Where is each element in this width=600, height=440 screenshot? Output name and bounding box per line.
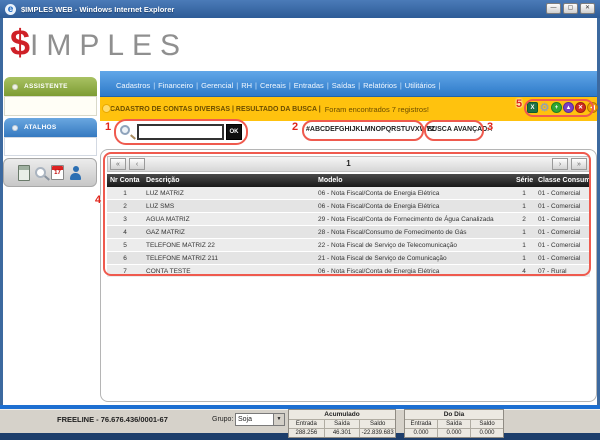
sidebar-item-assistente[interactable]: ASSISTENTE <box>4 77 97 96</box>
acumulado-saida-value: 46.301 <box>324 429 360 437</box>
menu-separator: | <box>236 81 238 90</box>
sidebar-item-atalhos[interactable]: ATALHOS <box>4 118 97 137</box>
menu-item-financeiro[interactable]: Financeiro <box>158 81 193 90</box>
annotation-box-icons <box>524 99 594 117</box>
window-frame-left <box>0 18 3 433</box>
sidebar-icon-tray: 17 <box>3 158 97 187</box>
annotation-number-4: 4 <box>95 194 101 206</box>
app-logo: $IMPLES <box>10 22 188 64</box>
minimize-button[interactable]: — <box>546 3 561 14</box>
company-label: FREELINE - 76.676.436/0001-67 <box>57 415 168 424</box>
do-dia-entrada-value: 0.000 <box>405 429 437 437</box>
banner-message: Foram encontrados 7 registros! <box>325 105 429 114</box>
calendar-icon[interactable]: 17 <box>51 165 64 180</box>
title-bar[interactable]: e $IMPLES WEB - Windows Internet Explore… <box>0 0 600 18</box>
menu-separator: | <box>289 81 291 90</box>
user-icon[interactable] <box>69 165 82 181</box>
do-dia-col-entrada: Entrada <box>405 420 437 429</box>
menu-separator: | <box>439 81 441 90</box>
do-dia-saldo-value: 0.000 <box>470 429 503 437</box>
acumulado-title: Acumulado <box>289 410 395 420</box>
menu-item-relatórios[interactable]: Relatórios <box>363 81 397 90</box>
calculator-icon[interactable] <box>18 165 30 181</box>
menu-bar: Cadastros|Financeiro|Gerencial|RH|Cereai… <box>100 71 597 97</box>
group-selected-value: Soja <box>238 416 252 423</box>
menu-separator: | <box>255 81 257 90</box>
menu-separator: | <box>327 81 329 90</box>
atalhos-panel <box>4 137 97 156</box>
annotation-number-2: 2 <box>292 121 298 133</box>
do-dia-saida-value: 0.000 <box>437 429 470 437</box>
menu-item-utilitários[interactable]: Utilitários <box>405 81 436 90</box>
acumulado-col-saldo: Saldo <box>359 420 395 429</box>
acumulado-entrada-value: 288.256 <box>289 429 324 437</box>
do-dia-title: Do Dia <box>405 410 503 420</box>
atalhos-label: ATALHOS <box>24 124 57 131</box>
maximize-button[interactable]: ▢ <box>563 3 578 14</box>
chevron-down-icon[interactable]: ▼ <box>273 414 284 425</box>
annotation-number-5: 5 <box>516 98 522 110</box>
acumulado-table: Acumulado Entrada Saída Saldo 288.256 46… <box>288 409 396 438</box>
menu-item-entradas[interactable]: Entradas <box>294 81 324 90</box>
annotation-box-alphabet <box>302 120 424 141</box>
annotation-box-advanced <box>424 120 484 141</box>
internet-explorer-icon: e <box>5 4 16 15</box>
menu-item-saídas[interactable]: Saídas <box>332 81 355 90</box>
bullet-icon <box>12 125 18 131</box>
banner-bullet-icon <box>102 104 111 113</box>
annotation-number-1: 1 <box>105 121 111 133</box>
menu-separator: | <box>358 81 360 90</box>
do-dia-col-saida: Saída <box>437 420 470 429</box>
bullet-icon <box>12 84 18 90</box>
logo-dollar-symbol: $ <box>10 22 30 63</box>
group-label: Grupo: <box>212 416 233 423</box>
browser-window: e $IMPLES WEB - Windows Internet Explore… <box>0 0 600 440</box>
window-title: $IMPLES WEB - Windows Internet Explorer <box>21 5 174 14</box>
acumulado-saldo-value: -22.839.683 <box>359 429 395 437</box>
acumulado-col-saida: Saída <box>324 420 360 429</box>
close-button[interactable]: ✕ <box>580 3 595 14</box>
search-icon[interactable] <box>35 167 46 178</box>
menu-separator: | <box>196 81 198 90</box>
do-dia-table: Do Dia Entrada Saída Saldo 0.000 0.000 0… <box>404 409 504 438</box>
group-dropdown[interactable]: Soja ▼ <box>235 413 285 426</box>
annotation-number-3: 3 <box>487 121 493 133</box>
result-banner: CADASTRO DE CONTAS DIVERSAS | RESULTADO … <box>100 97 597 121</box>
menu-separator: | <box>400 81 402 90</box>
banner-title: CADASTRO DE CONTAS DIVERSAS | RESULTADO … <box>110 106 321 113</box>
annotation-box-table <box>103 152 591 276</box>
assistente-panel <box>4 96 97 116</box>
menu-bar-items: Cadastros|Financeiro|Gerencial|RH|Cereai… <box>116 75 444 93</box>
menu-item-cereais[interactable]: Cereais <box>260 81 286 90</box>
logo-text: IMPLES <box>30 29 188 62</box>
menu-item-cadastros[interactable]: Cadastros <box>116 81 150 90</box>
assistente-label: ASSISTENTE <box>24 83 68 90</box>
menu-item-gerencial[interactable]: Gerencial <box>201 81 233 90</box>
do-dia-col-saldo: Saldo <box>470 420 503 429</box>
annotation-box-search <box>114 119 248 145</box>
menu-separator: | <box>153 81 155 90</box>
acumulado-col-entrada: Entrada <box>289 420 324 429</box>
menu-item-rh[interactable]: RH <box>241 81 252 90</box>
